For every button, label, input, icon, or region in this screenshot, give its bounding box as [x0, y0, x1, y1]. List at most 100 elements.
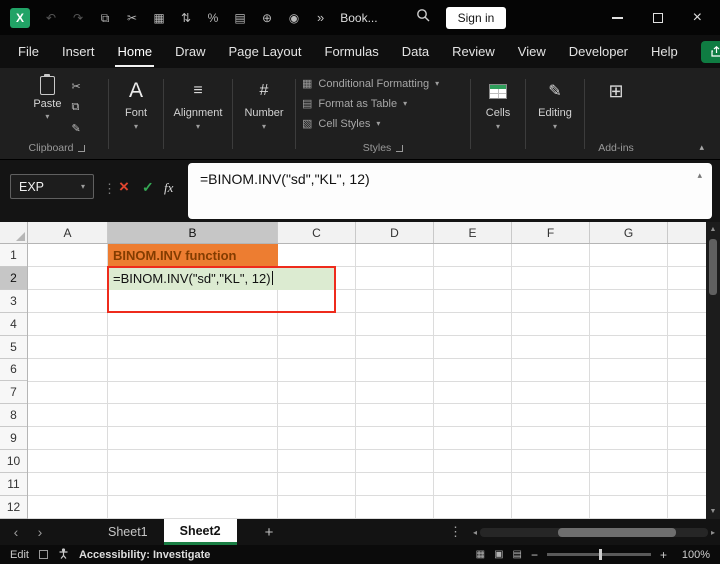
page-layout-view-icon[interactable]: ▣ [494, 549, 503, 560]
grid-body[interactable]: BINOM.INV function =BINOM.INV("sd","KL",… [28, 244, 706, 519]
tab-view[interactable]: View [518, 44, 546, 59]
percent-style-icon[interactable]: % [206, 12, 220, 24]
row-header-12[interactable]: 12 [0, 496, 27, 519]
tab-file[interactable]: File [18, 44, 39, 59]
normal-view-icon[interactable]: ▦ [476, 549, 485, 560]
scroll-left-icon[interactable]: ◂ [473, 528, 477, 537]
camera-icon[interactable]: ◉ [287, 12, 301, 24]
scroll-up-icon[interactable]: ▲ [710, 226, 717, 233]
insert-function-icon[interactable]: fx [164, 180, 173, 196]
sign-in-button[interactable]: Sign in [445, 6, 507, 29]
format-painter-icon[interactable]: ✎ [71, 122, 80, 135]
cell-b1[interactable]: BINOM.INV function [108, 244, 278, 267]
name-box[interactable]: EXP ▾ [10, 174, 94, 199]
row-header-11[interactable]: 11 [0, 473, 27, 496]
column-header-c[interactable]: C [278, 222, 356, 243]
row-header-8[interactable]: 8 [0, 404, 27, 428]
conditional-formatting-button[interactable]: ▦ Conditional Formatting ▾ [298, 76, 468, 91]
close-icon[interactable]: × [693, 9, 702, 26]
cell-b2[interactable]: =BINOM.INV("sd","KL", 12) [108, 266, 335, 290]
format-icon[interactable]: ▤ [233, 12, 247, 24]
share-button[interactable]: Share ▾ [700, 40, 720, 63]
search-icon[interactable] [416, 8, 430, 27]
vertical-scrollbar-thumb[interactable] [709, 239, 717, 295]
number-group[interactable]: # Number ▾ [235, 71, 293, 157]
select-all-corner[interactable] [0, 222, 28, 244]
column-header-e[interactable]: E [434, 222, 512, 243]
vertical-scrollbar[interactable]: ▲ ▼ [706, 222, 720, 519]
tab-options-icon[interactable]: ⋮ [443, 524, 468, 540]
column-header-g[interactable]: G [590, 222, 668, 243]
editing-group[interactable]: ✎ Editing ▾ [528, 71, 582, 157]
zoom-in-icon[interactable]: + [660, 548, 667, 562]
zoom-slider[interactable] [546, 549, 651, 560]
row-header-10[interactable]: 10 [0, 450, 27, 474]
toolbar-overflow-icon[interactable]: » [317, 10, 324, 25]
minimize-icon[interactable] [611, 16, 623, 19]
row-header-7[interactable]: 7 [0, 381, 27, 405]
workbook-title[interactable]: Book... [340, 11, 377, 25]
tab-review[interactable]: Review [452, 44, 495, 59]
spreadsheet[interactable]: ABCDEFG 1 2 3 4 5 6 7 8 9 10 11 12 BINOM.INV functi… [0, 222, 706, 519]
copy-icon[interactable]: ⧉ [71, 101, 80, 114]
row-header-3[interactable]: 3 [0, 290, 27, 313]
row-header-1[interactable]: 1 [0, 244, 27, 267]
dialog-launcher-icon[interactable] [78, 144, 86, 152]
tab-developer[interactable]: Developer [569, 44, 628, 59]
enter-icon[interactable]: ✓ [142, 179, 154, 196]
sort-icon[interactable]: ⇅ [179, 12, 193, 24]
tab-page-layout[interactable]: Page Layout [229, 44, 302, 59]
scroll-right-icon[interactable]: ▸ [711, 528, 715, 537]
sheet-tab-sheet2[interactable]: Sheet2 [163, 519, 237, 545]
column-header-b[interactable]: B [108, 222, 278, 243]
font-group[interactable]: A Font ▾ [111, 71, 161, 157]
page-break-view-icon[interactable]: ▤ [513, 549, 522, 560]
undo-icon[interactable]: ↶ [44, 12, 58, 24]
cell-styles-button[interactable]: ▧ Cell Styles ▾ [298, 116, 468, 131]
horizontal-scrollbar[interactable]: ◂ ▸ [468, 519, 720, 545]
paste-button[interactable]: Paste ▾ [33, 74, 61, 135]
column-header-d[interactable]: D [356, 222, 434, 243]
excel-logo-icon[interactable]: X [10, 7, 30, 28]
copy-icon[interactable]: ⧉ [98, 12, 112, 24]
macro-record-icon[interactable] [38, 550, 48, 559]
horizontal-scrollbar-thumb[interactable] [558, 527, 677, 537]
tab-insert[interactable]: Insert [62, 44, 95, 59]
tab-data[interactable]: Data [402, 44, 429, 59]
row-header-5[interactable]: 5 [0, 336, 27, 359]
row-header-6[interactable]: 6 [0, 359, 27, 382]
sheet-nav-right-icon[interactable]: › [28, 524, 52, 540]
scroll-down-icon[interactable]: ▼ [710, 508, 717, 515]
drag-handle-icon[interactable]: ⋮ [103, 181, 116, 197]
zoom-out-icon[interactable]: − [531, 548, 538, 562]
tab-formulas[interactable]: Formulas [325, 44, 379, 59]
column-header-f[interactable]: F [512, 222, 590, 243]
tab-help[interactable]: Help [651, 44, 678, 59]
cancel-icon[interactable]: × [119, 177, 129, 197]
collapse-formula-bar-icon[interactable]: ▴ [697, 170, 702, 181]
alignment-group[interactable]: ≡ Alignment ▾ [166, 71, 230, 157]
cut-icon[interactable]: ✂ [125, 12, 139, 24]
zoom-level[interactable]: 100% [676, 549, 710, 561]
row-header-4[interactable]: 4 [0, 313, 27, 336]
collapse-ribbon-icon[interactable]: ▴ [699, 142, 704, 153]
maximize-icon[interactable] [652, 12, 663, 23]
redo-icon[interactable]: ↷ [71, 12, 85, 24]
sheet-tab-sheet1[interactable]: Sheet1 [92, 519, 164, 545]
sheet-nav-left-icon[interactable]: ‹ [4, 524, 28, 540]
insert-icon[interactable]: ⊕ [260, 12, 274, 24]
accessibility-status[interactable]: Accessibility: Investigate [79, 549, 210, 561]
picture-icon[interactable]: ▦ [152, 12, 166, 24]
column-header-a[interactable]: A [28, 222, 108, 243]
cut-icon[interactable]: ✂ [71, 80, 80, 93]
addins-group[interactable]: ⊞ Add-ins [587, 71, 645, 157]
cells-group[interactable]: Cells ▾ [473, 71, 523, 157]
tab-draw[interactable]: Draw [175, 44, 205, 59]
tab-home[interactable]: Home [115, 44, 154, 67]
format-as-table-button[interactable]: ▤ Format as Table ▾ [298, 96, 468, 111]
dialog-launcher-icon[interactable] [396, 144, 404, 152]
row-header-9[interactable]: 9 [0, 427, 27, 451]
add-sheet-button[interactable]: + [265, 524, 274, 541]
formula-input[interactable]: =BINOM.INV("sd","KL", 12) ▴ [188, 163, 712, 219]
row-header-2[interactable]: 2 [0, 266, 27, 290]
